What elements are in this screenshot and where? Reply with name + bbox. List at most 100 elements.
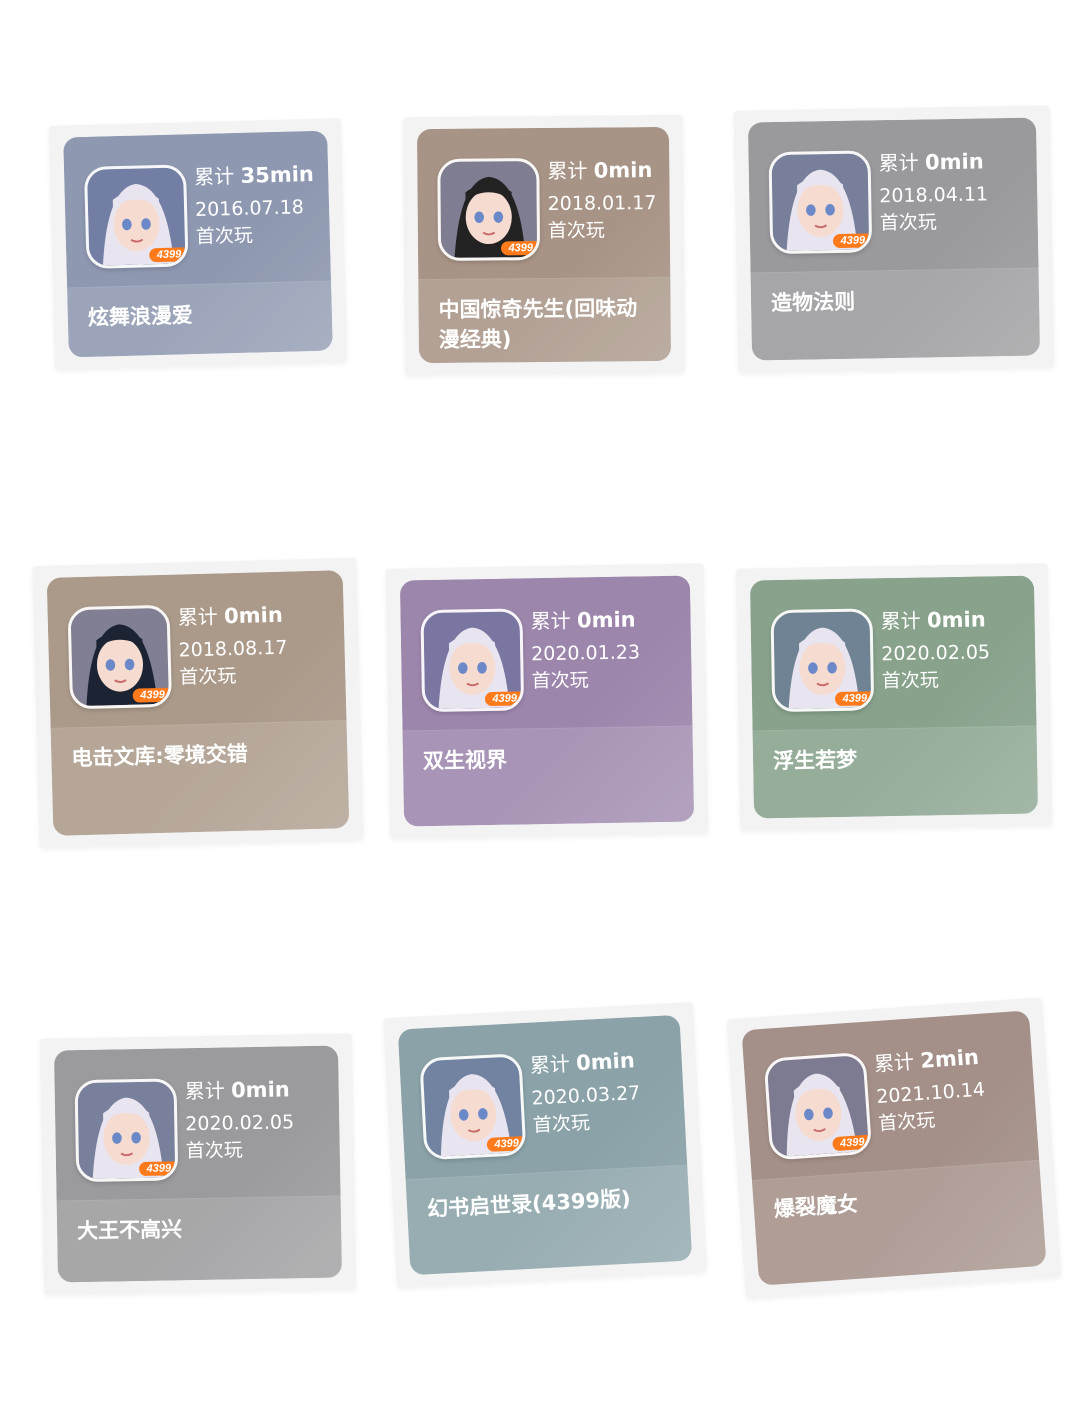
play-stats: 累计 0min 2018.04.11 首次玩 xyxy=(878,148,988,236)
game-icon[interactable]: 4399 xyxy=(74,1078,179,1183)
card-footer xyxy=(402,725,695,827)
first-play-date: 2020.03.27 xyxy=(530,1081,641,1110)
game-title: 造物法则 xyxy=(770,289,856,316)
game-card-frame: 4399 累计 35min 2016.07.18 首次玩 炫舞浪漫爱 xyxy=(48,118,348,370)
play-time: 累计 0min xyxy=(530,606,639,634)
platform-badge: 4399 xyxy=(831,1134,871,1152)
platform-badge: 4399 xyxy=(486,1136,526,1153)
game-card-frame: 4399 累计 0min 2020.02.05 首次玩 大王不高兴 xyxy=(39,1033,357,1295)
first-play-date: 2016.07.18 xyxy=(194,196,305,222)
card-header: 4399 累计 35min 2016.07.18 首次玩 xyxy=(63,131,331,288)
play-stats: 累计 0min 2020.02.05 首次玩 xyxy=(880,606,990,694)
first-play-label: 首次玩 xyxy=(879,211,937,235)
play-time-value: 35min xyxy=(240,161,315,188)
play-stats: 累计 0min 2020.03.27 首次玩 xyxy=(529,1047,642,1139)
game-card[interactable]: 4399 累计 0min 2018.01.17 首次玩 中国惊奇先生(回味动漫经… xyxy=(416,126,672,364)
card-header: 4399 累计 0min 2018.08.17 首次玩 xyxy=(47,570,347,728)
play-time: 累计 0min xyxy=(177,602,286,631)
play-time-label: 累计 xyxy=(193,164,235,190)
first-play-label: 首次玩 xyxy=(179,664,237,689)
game-title: 双生视界 xyxy=(422,747,508,774)
game-icon[interactable]: 4399 xyxy=(420,608,525,713)
play-time: 累计 0min xyxy=(185,1076,294,1104)
game-card-frame: 4399 累计 0min 2020.03.27 首次玩 幻书启世录(4399版) xyxy=(383,1002,707,1288)
platform-badge: 4399 xyxy=(500,241,540,256)
first-play-date: 2020.02.05 xyxy=(881,641,991,666)
card-header: 4399 累计 0min 2018.01.17 首次玩 xyxy=(417,127,670,279)
play-time: 累计 2min xyxy=(873,1044,983,1078)
platform-badge: 4399 xyxy=(132,687,171,703)
play-time-value: 0min xyxy=(926,607,986,633)
game-card-frame: 4399 累计 2min 2021.10.14 首次玩 爆裂魔女 xyxy=(726,997,1062,1299)
first-play-label: 首次玩 xyxy=(185,1139,243,1163)
game-icon[interactable]: 4399 xyxy=(437,158,541,261)
play-time-label: 累计 xyxy=(547,158,588,183)
play-time-label: 累计 xyxy=(880,608,921,634)
game-icon[interactable]: 4399 xyxy=(768,150,873,255)
game-card[interactable]: 4399 累计 35min 2016.07.18 首次玩 炫舞浪漫爱 xyxy=(63,130,333,358)
play-stats: 累计 0min 2018.08.17 首次玩 xyxy=(177,602,288,691)
platform-badge: 4399 xyxy=(148,247,188,263)
game-card[interactable]: 4399 累计 0min 2018.08.17 首次玩 电击文库:零境交错 xyxy=(46,570,350,836)
play-stats: 累计 35min 2016.07.18 首次玩 xyxy=(194,161,316,250)
card-header: 4399 累计 0min 2018.04.11 首次玩 xyxy=(748,118,1039,273)
platform-badge: 4399 xyxy=(834,691,874,707)
card-header: 4399 累计 0min 2020.02.05 首次玩 xyxy=(54,1046,341,1201)
game-card-frame: 4399 累计 0min 2020.01.23 首次玩 双生视界 xyxy=(385,563,709,839)
game-icon[interactable]: 4399 xyxy=(770,608,875,713)
game-card[interactable]: 4399 累计 0min 2020.02.05 首次玩 大王不高兴 xyxy=(53,1045,343,1283)
card-header: 4399 累计 0min 2020.03.27 首次玩 xyxy=(398,1015,687,1180)
game-card-frame: 4399 累计 0min 2018.04.11 首次玩 造物法则 xyxy=(733,105,1055,373)
game-icon[interactable]: 4399 xyxy=(67,604,173,710)
play-time-value: 0min xyxy=(576,607,636,633)
game-card[interactable]: 4399 累计 0min 2020.03.27 首次玩 幻书启世录(4399版) xyxy=(397,1014,693,1276)
play-time-label: 累计 xyxy=(878,150,919,176)
play-time-value: 0min xyxy=(924,149,984,175)
first-play-label: 首次玩 xyxy=(195,224,254,249)
play-time-value: 0min xyxy=(593,158,653,183)
first-play-date: 2020.02.05 xyxy=(185,1111,295,1136)
first-play-date: 2018.01.17 xyxy=(547,192,657,215)
first-play-label: 首次玩 xyxy=(547,219,605,242)
first-play-label: 首次玩 xyxy=(531,669,589,693)
game-card[interactable]: 4399 累计 2min 2021.10.14 首次玩 爆裂魔女 xyxy=(741,1010,1047,1286)
play-time-value: 0min xyxy=(575,1048,636,1076)
game-card-frame: 4399 累计 0min 2018.08.17 首次玩 电击文库:零境交错 xyxy=(32,557,364,849)
play-time: 累计 35min xyxy=(194,161,314,190)
game-card[interactable]: 4399 累计 0min 2020.02.05 首次玩 浮生若梦 xyxy=(749,575,1039,819)
play-time-value: 0min xyxy=(223,602,284,629)
play-stats: 累计 2min 2021.10.14 首次玩 xyxy=(873,1044,988,1137)
first-play-label: 首次玩 xyxy=(881,669,939,693)
platform-badge: 4399 xyxy=(484,691,524,707)
first-play-date: 2018.08.17 xyxy=(178,636,288,662)
game-title: 炫舞浪漫爱 xyxy=(87,303,194,330)
play-time: 累计 0min xyxy=(529,1047,639,1079)
play-time-label: 累计 xyxy=(873,1049,915,1077)
play-time: 累计 0min xyxy=(880,606,989,634)
first-play-label: 首次玩 xyxy=(532,1111,591,1137)
card-header: 4399 累计 0min 2020.02.05 首次玩 xyxy=(750,576,1037,731)
platform-badge: 4399 xyxy=(832,233,872,249)
play-time: 累计 0min xyxy=(878,148,987,176)
play-time: 累计 0min xyxy=(547,157,656,184)
card-header: 4399 累计 2min 2021.10.14 首次玩 xyxy=(741,1010,1039,1180)
play-stats: 累计 0min 2020.01.23 首次玩 xyxy=(530,606,640,694)
game-title: 大王不高兴 xyxy=(76,1217,183,1244)
game-icon[interactable]: 4399 xyxy=(83,164,189,269)
game-title: 浮生若梦 xyxy=(772,747,858,774)
first-play-date: 2020.01.23 xyxy=(530,641,641,666)
first-play-date: 2018.04.11 xyxy=(879,183,989,208)
game-icon[interactable]: 4399 xyxy=(763,1051,873,1161)
game-icon[interactable]: 4399 xyxy=(419,1053,527,1161)
play-time-label: 累计 xyxy=(529,1051,571,1078)
game-card-frame: 4399 累计 0min 2018.01.17 首次玩 中国惊奇先生(回味动漫经… xyxy=(402,114,686,376)
play-time-value: 0min xyxy=(230,1077,290,1103)
card-header: 4399 累计 0min 2020.01.23 首次玩 xyxy=(400,575,693,730)
game-card[interactable]: 4399 累计 0min 2018.04.11 首次玩 造物法则 xyxy=(747,117,1041,361)
play-stats: 累计 0min 2018.01.17 首次玩 xyxy=(547,157,657,244)
play-time-label: 累计 xyxy=(530,608,571,634)
game-card[interactable]: 4399 累计 0min 2020.01.23 首次玩 双生视界 xyxy=(399,575,695,827)
play-time-label: 累计 xyxy=(177,604,219,630)
play-time-label: 累计 xyxy=(184,1078,225,1104)
platform-badge: 4399 xyxy=(138,1161,178,1177)
